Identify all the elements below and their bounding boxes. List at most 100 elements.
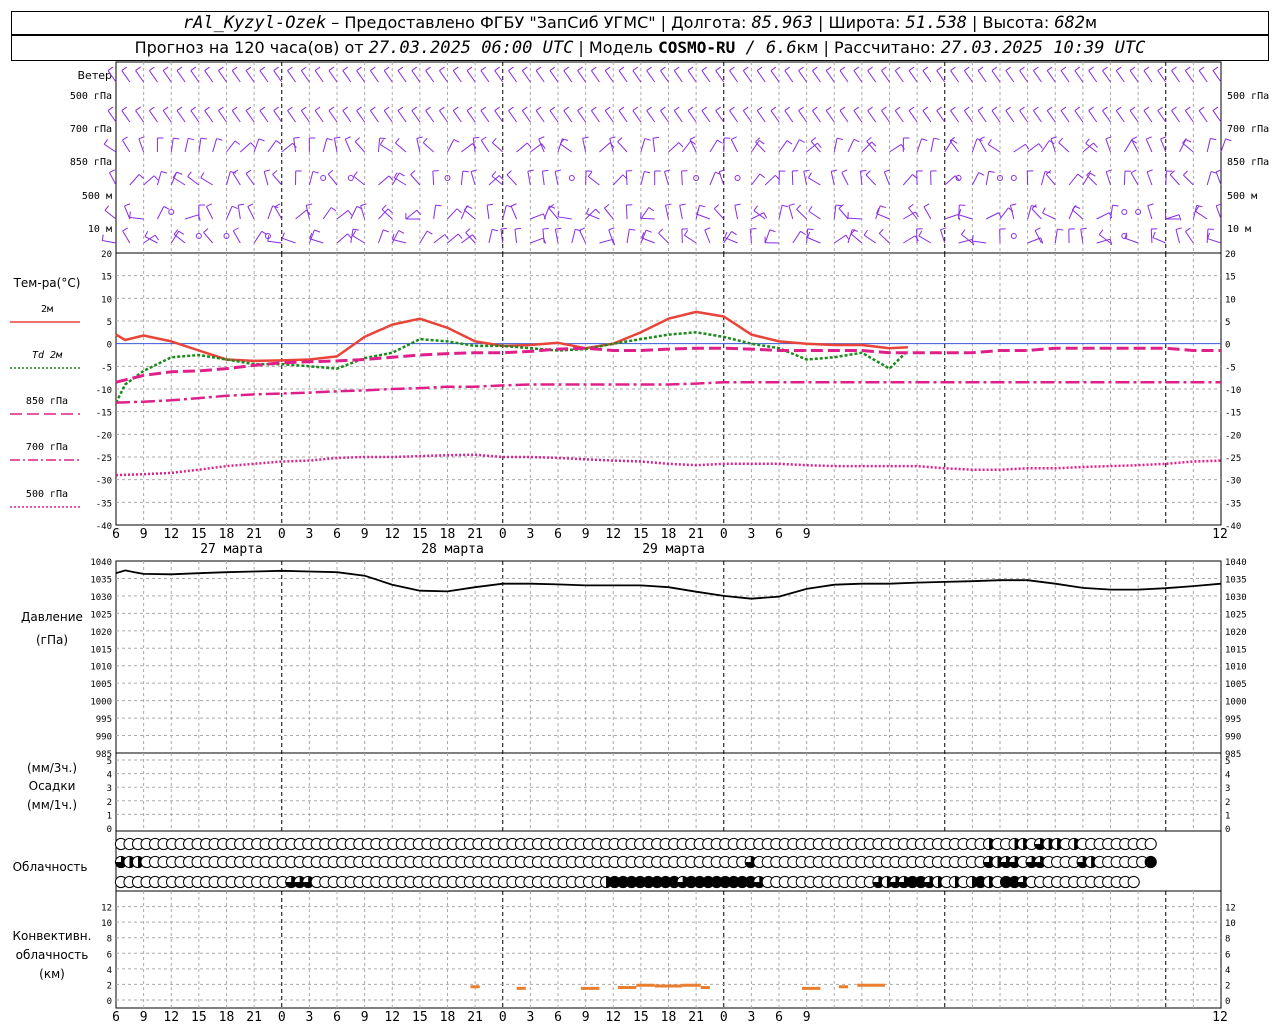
wind-barb-flag <box>715 106 721 111</box>
hour-label-top: 15 <box>191 527 207 542</box>
wind-barb-staff <box>847 217 862 220</box>
wind-barb-flag <box>379 137 386 140</box>
wind-barb-staff <box>908 70 918 83</box>
temperature-tick-left: -5 <box>101 363 112 373</box>
wind-barb-staff <box>658 232 669 244</box>
wind-barb-flag <box>618 106 625 111</box>
wind-barb-flag <box>756 66 763 71</box>
wind-barb-flag <box>701 66 708 71</box>
wind-barb-flag <box>1105 136 1112 140</box>
wind-barb-staff <box>944 214 959 220</box>
wind-barb-flag <box>863 229 868 236</box>
wind-barb-flag <box>330 207 337 212</box>
wind-barb-flag <box>881 106 887 111</box>
wind-barb-flag <box>577 66 583 71</box>
wind-barb-staff <box>465 232 476 244</box>
wind-barb-staff <box>778 140 788 153</box>
computed-label: | Рассчитано: <box>818 38 941 57</box>
wind-barb-flag <box>1143 66 1150 71</box>
wind-barb-staff <box>687 110 697 123</box>
wind-barb-flag <box>769 229 776 233</box>
wind-barb-staff <box>245 70 255 83</box>
wind-barb-staff <box>1212 110 1222 123</box>
wind-barb-staff <box>530 143 542 153</box>
wind-barb-flag <box>853 106 860 111</box>
wind-barb-staff <box>205 206 214 220</box>
wind-barb-flag <box>416 136 423 139</box>
wind-barb-staff <box>295 209 307 220</box>
hour-label-top: 15 <box>633 527 649 542</box>
wind-barb-flag <box>1171 66 1177 71</box>
wind-barb-flag <box>715 66 721 71</box>
wind-barb-staff <box>1031 208 1042 220</box>
wind-barb-flag <box>218 66 224 71</box>
wind-barb-flag <box>535 66 542 71</box>
wind-barb-flag <box>729 106 735 111</box>
wind-barb-flag <box>535 106 542 111</box>
wind-barb-staff <box>1040 171 1046 186</box>
wind-barb-flag <box>381 204 387 210</box>
hour-label-bottom: 9 <box>803 1010 811 1024</box>
wind-barb-staff <box>549 70 559 83</box>
wind-barb-flag <box>554 169 562 172</box>
wind-barb-staff <box>432 170 435 186</box>
wind-barb-flag <box>354 137 361 142</box>
wind-barb-flag <box>334 136 341 139</box>
wind-barb-staff <box>922 70 932 83</box>
wind-barb-flag <box>781 204 789 208</box>
wind-barb-staff <box>930 138 935 153</box>
wind-barb-staff <box>1157 70 1167 83</box>
wind-barb-staff <box>129 216 144 220</box>
wind-barb-staff <box>231 110 241 123</box>
convective-tick-right: 6 <box>1225 950 1230 960</box>
wind-barb-staff <box>1005 70 1015 83</box>
wind-barb-flag <box>122 227 129 232</box>
wind-barb-flag <box>527 169 534 172</box>
wind-barb-staff <box>770 110 780 123</box>
wind-barb-flag <box>853 138 860 143</box>
pressure-tick-right: 1000 <box>1225 698 1247 708</box>
wind-level-label-right: 500 м <box>1227 191 1257 202</box>
wind-barb-flag <box>457 233 463 239</box>
issued-time: 27.03.2025 06:00 UTC <box>368 38 574 58</box>
wind-barb-flag <box>1033 66 1039 71</box>
wind-barb-staff <box>1175 229 1181 244</box>
wind-barb-flag <box>526 142 532 148</box>
altitude-value: 682 <box>1054 13 1086 33</box>
wind-barb-staff <box>838 208 849 220</box>
wind-barb-staff <box>190 70 200 83</box>
wind-barb-flag <box>591 66 597 71</box>
wind-barb-flag <box>1085 138 1090 144</box>
wind-barb-flag <box>1093 142 1098 148</box>
wind-barb-staff <box>1146 171 1153 186</box>
wind-barb-flag <box>648 207 655 212</box>
wind-barb-flag <box>699 204 706 208</box>
wind-barb-staff <box>673 70 683 83</box>
wind-barb-staff <box>395 142 407 153</box>
temperature-tick-right: -25 <box>1225 454 1241 464</box>
legend-label: 2м <box>41 304 53 315</box>
wind-barb-staff <box>336 233 348 244</box>
wind-barb-flag <box>881 66 887 71</box>
wind-barb-flag <box>1071 204 1077 211</box>
wind-barb-staff <box>696 213 711 220</box>
wind-barb-flag <box>1050 136 1057 140</box>
wind-barb-staff <box>590 70 600 83</box>
header-station-line: rAl_Kyzyl-Ozek – Предоставлено ФГБУ "Зап… <box>11 11 1269 35</box>
wind-barb-staff <box>491 142 504 153</box>
wind-barb-staff <box>259 70 269 83</box>
hour-label-bottom: 15 <box>191 1010 207 1024</box>
wind-barb-staff <box>640 138 646 153</box>
wind-barb-staff <box>750 173 761 186</box>
wind-barb-staff <box>660 110 669 123</box>
wind-barb-staff <box>853 70 863 83</box>
hour-label-top: 18 <box>440 527 456 542</box>
wind-barb-staff <box>422 142 435 153</box>
wind-barb-staff <box>704 229 711 244</box>
hour-label-top: 6 <box>775 527 783 542</box>
wind-barb-staff <box>618 70 628 83</box>
wind-barb-staff <box>530 213 544 220</box>
wind-barb-flag <box>1088 106 1094 111</box>
wind-barb-flag <box>506 170 512 176</box>
wind-barb-staff <box>135 70 145 83</box>
